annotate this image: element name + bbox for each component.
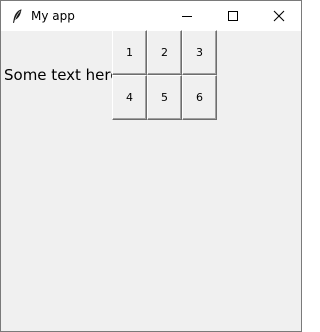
maximize-icon (228, 11, 238, 21)
window-content: Some text here 1 2 3 4 5 6 (1, 30, 301, 331)
minimize-button[interactable] (164, 1, 210, 31)
text-label: Some text here (4, 66, 120, 84)
grid-button-6[interactable]: 6 (182, 75, 217, 120)
grid-button-3[interactable]: 3 (182, 30, 217, 75)
feather-icon (10, 8, 24, 24)
window-title: My app (31, 9, 75, 23)
button-grid: 1 2 3 4 5 6 (112, 30, 217, 120)
title-bar[interactable]: My app (1, 1, 301, 31)
app-window: My app Some text here 1 2 3 4 5 6 (0, 0, 302, 332)
maximize-button[interactable] (210, 1, 256, 31)
grid-button-4[interactable]: 4 (112, 75, 147, 120)
minimize-icon (182, 16, 192, 17)
grid-button-1[interactable]: 1 (112, 30, 147, 75)
grid-button-2[interactable]: 2 (147, 30, 182, 75)
grid-button-5[interactable]: 5 (147, 75, 182, 120)
close-button[interactable] (256, 1, 301, 31)
close-icon (273, 10, 285, 22)
